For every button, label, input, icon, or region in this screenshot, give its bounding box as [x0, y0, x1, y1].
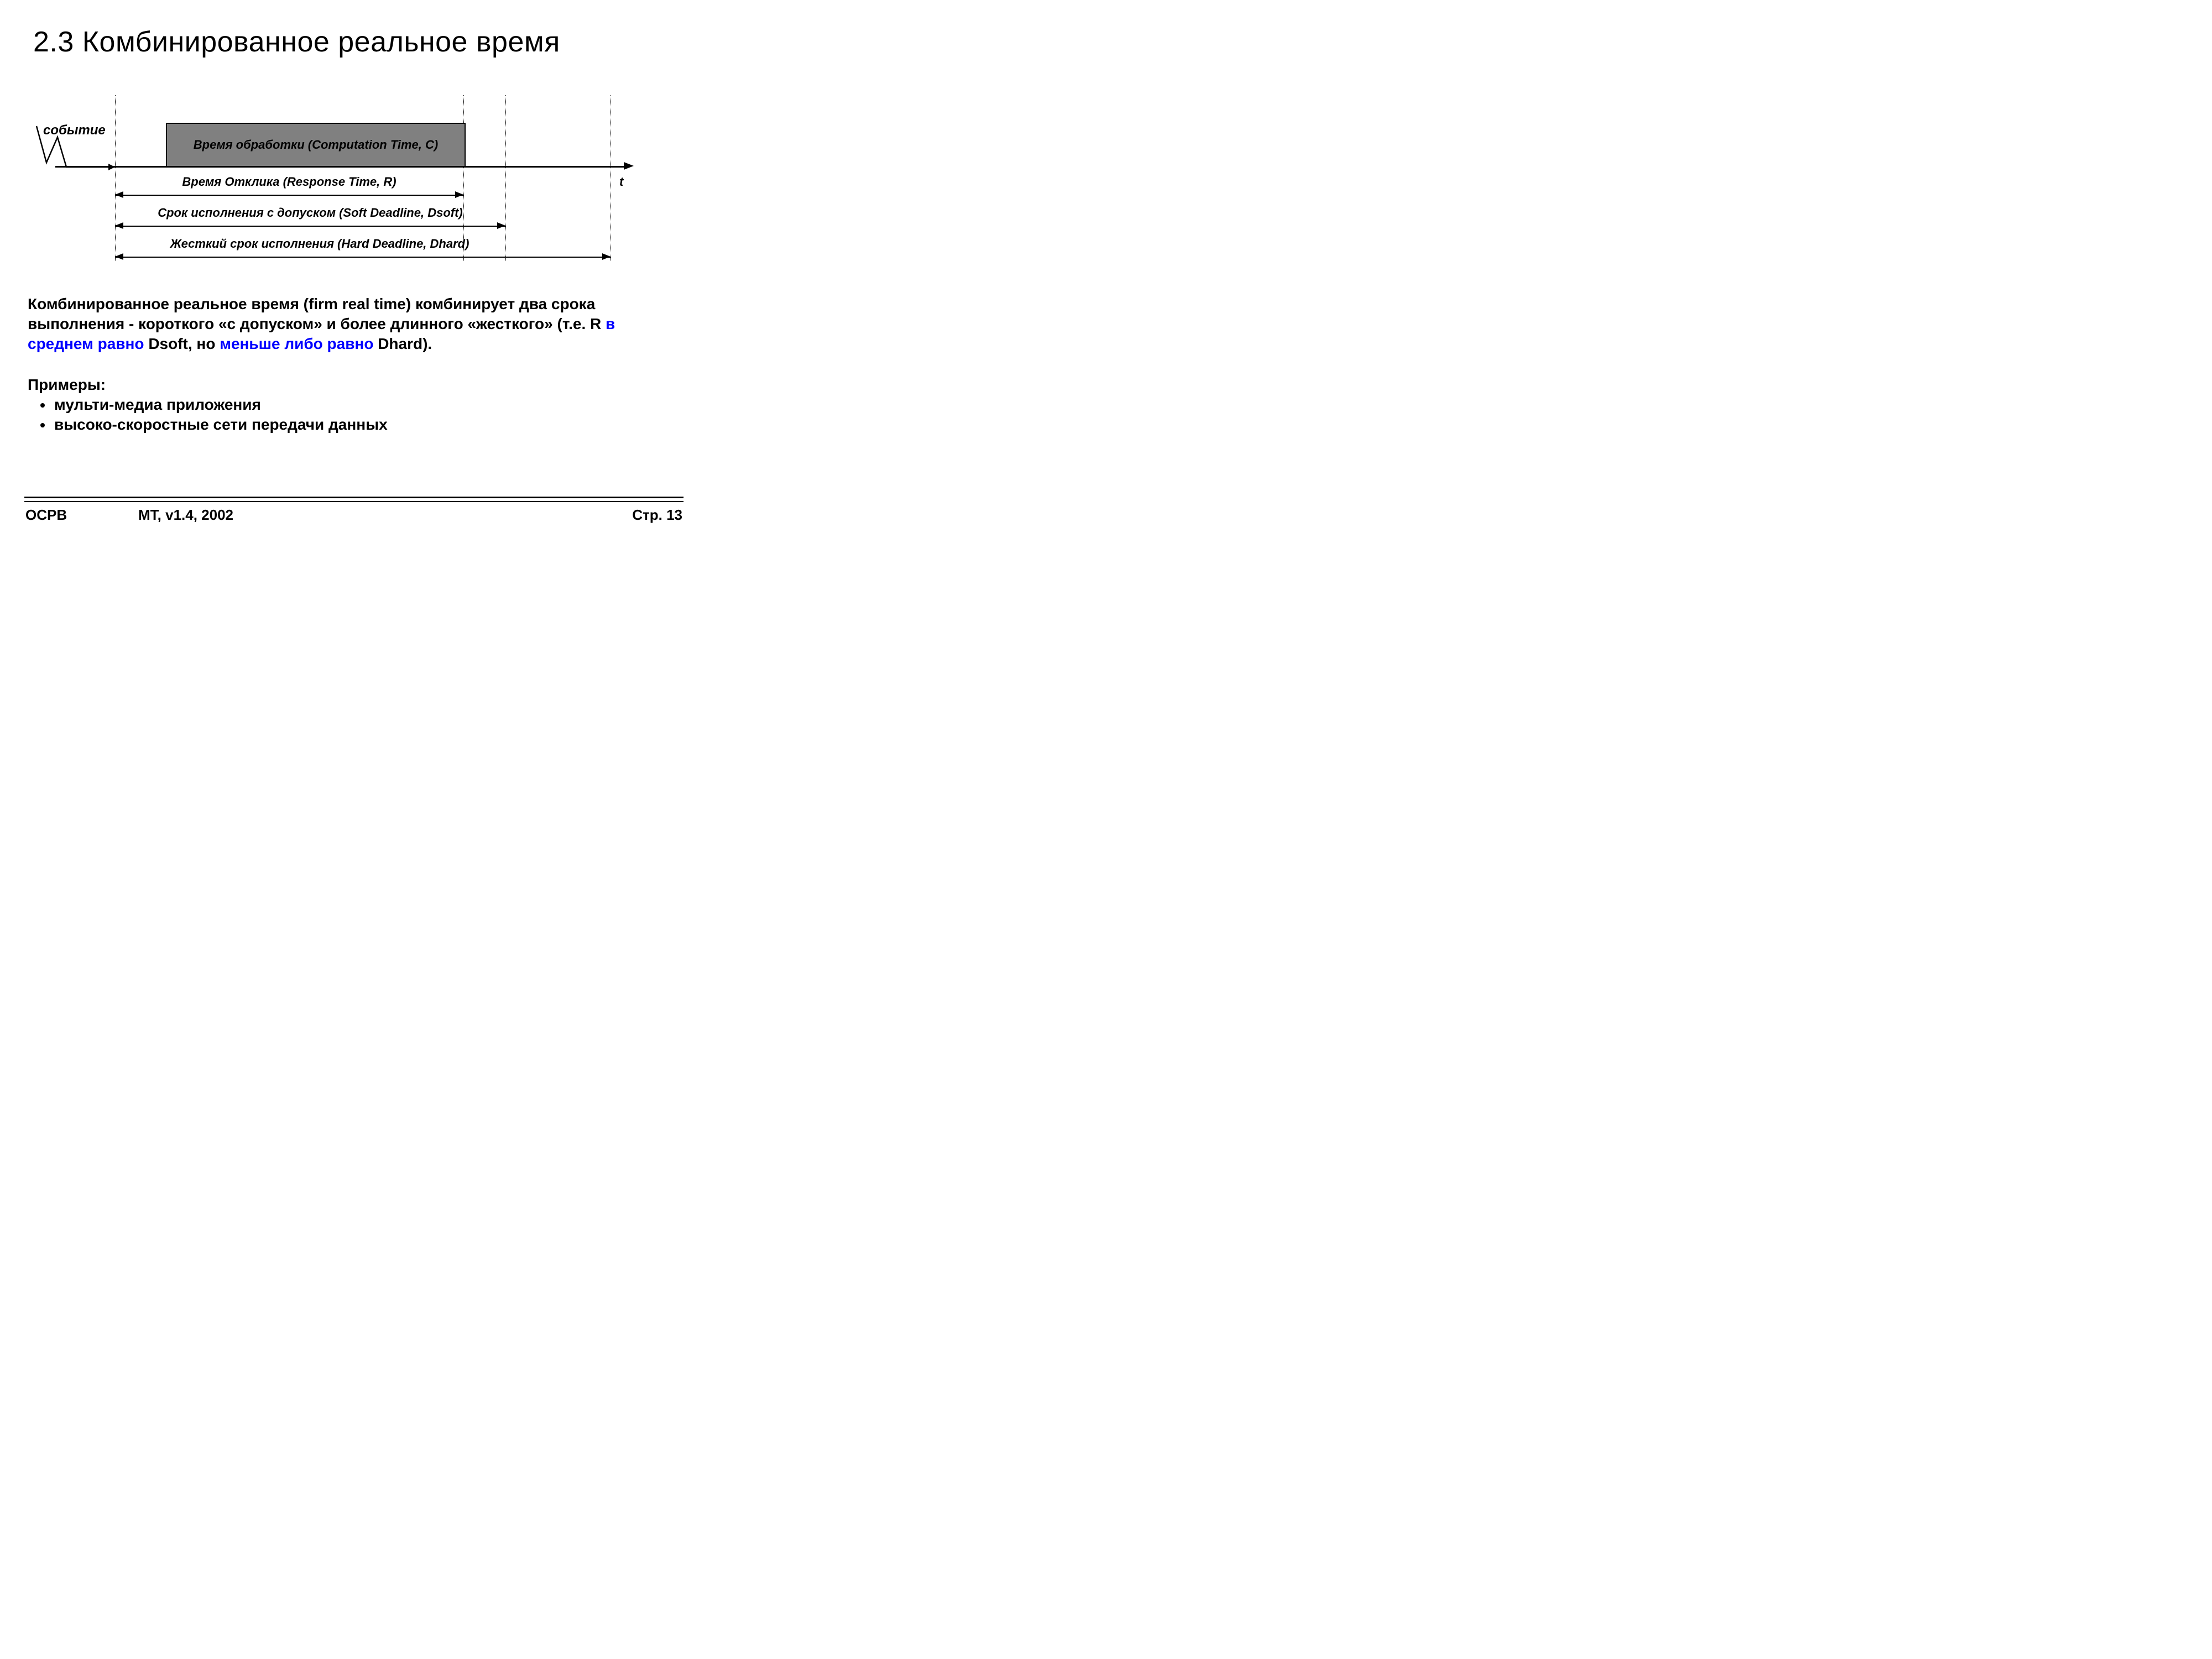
body-paragraph: Комбинированное реальное время (firm rea…	[28, 294, 680, 353]
para-em-2: меньше либо равно	[220, 335, 373, 352]
list-item: высоко-скоростные сети передачи данных	[53, 415, 388, 435]
footer-rule-thin	[24, 501, 684, 502]
examples-header: Примеры:	[28, 376, 106, 394]
vline-c-end	[463, 95, 464, 261]
slide-title: 2.3 Комбинированное реальное время	[33, 25, 560, 59]
dim-arrow-response	[115, 195, 463, 196]
time-axis-arrowhead-icon	[624, 162, 634, 170]
dim-label-response: Время Отклика (Response Time, R)	[115, 175, 463, 189]
footer-right: Стр. 13	[632, 507, 682, 524]
para-seg-1: Комбинированное реальное время (firm rea…	[28, 295, 606, 332]
dim-label-soft: Срок исполнения с допуском (Soft Deadlin…	[115, 206, 505, 220]
computation-box-label: Время обработки (Computation Time, C)	[194, 138, 438, 152]
dim-arrow-soft	[115, 226, 505, 227]
para-seg-3: Dhard).	[373, 335, 432, 352]
arrowhead-right-icon	[455, 191, 463, 198]
arrowhead-left-icon	[115, 222, 123, 229]
vline-dsoft	[505, 95, 506, 261]
footer-left: ОСРВ	[25, 507, 67, 524]
slide: 2.3 Комбинированное реальное время событ…	[0, 0, 708, 531]
time-axis-label: t	[619, 175, 623, 189]
para-seg-2: Dsoft, но	[144, 335, 220, 352]
list-item: мульти-медиа приложения	[53, 395, 388, 415]
arrowhead-left-icon	[115, 253, 123, 260]
footer-center: MT, v1.4, 2002	[138, 507, 233, 524]
event-spike-icon	[34, 124, 123, 173]
computation-box: Время обработки (Computation Time, C)	[166, 123, 466, 167]
dim-arrow-hard	[115, 257, 611, 258]
footer-rule-thick	[24, 497, 684, 498]
time-axis	[55, 166, 625, 168]
arrowhead-right-icon	[602, 253, 611, 260]
examples-list: мульти-медиа приложения высоко-скоростны…	[28, 395, 388, 435]
timing-diagram: событие Время обработки (Computation Tim…	[55, 95, 641, 267]
arrowhead-left-icon	[115, 191, 123, 198]
dim-label-hard: Жесткий срок исполнения (Hard Deadline, …	[115, 237, 524, 251]
arrowhead-right-icon	[497, 222, 505, 229]
